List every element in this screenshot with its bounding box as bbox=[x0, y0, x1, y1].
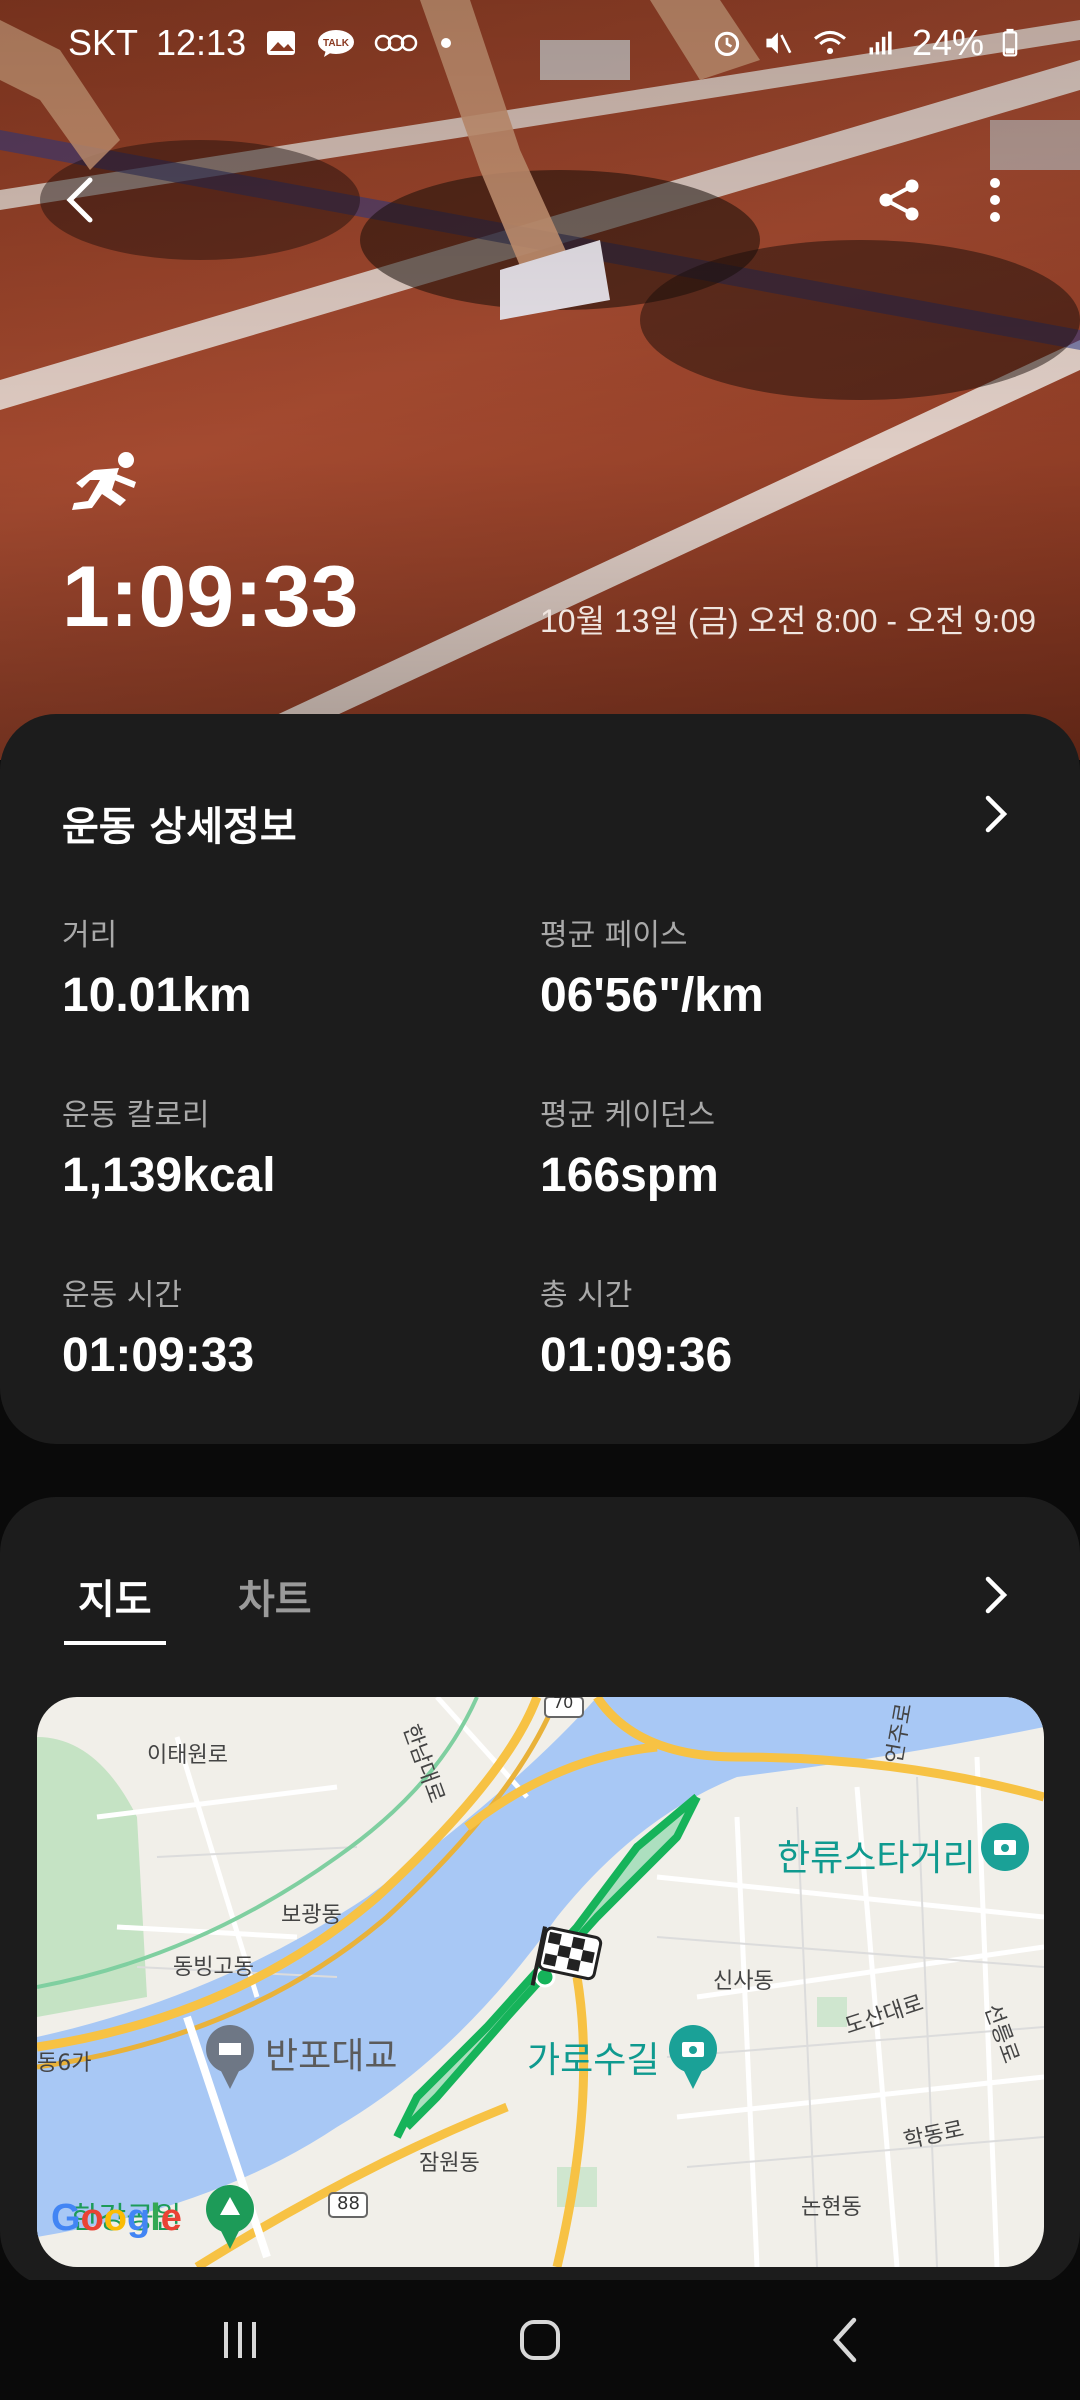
google-logo: Google bbox=[51, 2197, 182, 2239]
map-label-banpo-bridge: 반포대교 bbox=[265, 2036, 398, 2077]
metric-label: 평균 케이던스 bbox=[540, 1098, 716, 1133]
map-more-button[interactable] bbox=[976, 1575, 1016, 1615]
running-icon bbox=[72, 452, 136, 510]
kakaotalk-icon: TALK bbox=[318, 30, 355, 57]
metric-number: 01:09:36 bbox=[540, 1329, 733, 1382]
metric-value: 01:09:33 bbox=[62, 1328, 254, 1383]
metric-number: 10.01 bbox=[62, 969, 183, 1022]
chevron-right-icon bbox=[985, 795, 1008, 833]
more-vertical-icon bbox=[990, 178, 1000, 222]
metric-number: 166 bbox=[540, 1149, 621, 1202]
map-label-garosu-gil: 가로수길 bbox=[527, 2040, 660, 2081]
metric-total-time: 총 시간 01:09:36 bbox=[540, 1270, 732, 1383]
chevron-left-icon bbox=[66, 177, 93, 223]
metric-distance: 거리 10.01km bbox=[62, 910, 252, 1023]
metric-unit: km bbox=[182, 969, 252, 1022]
metric-number: 1,139 bbox=[62, 1149, 183, 1202]
exercise-details-title: 운동 상세정보 bbox=[62, 804, 297, 850]
dot-icon bbox=[441, 38, 452, 48]
system-navigation-bar bbox=[0, 2280, 1080, 2400]
status-bar: SKT 12:13 TALK 24% bbox=[0, 0, 1080, 88]
map-label-sinsa-dong: 신사동 bbox=[713, 1969, 774, 1994]
map-graphic bbox=[37, 1697, 1044, 2267]
recent-apps-icon bbox=[224, 2322, 256, 2358]
map-label-bogwang-dong: 보광동 bbox=[281, 1903, 342, 1928]
map-chart-card: 지도 차트 이태원로 한남대로 보광동 동빙고동 동6가 반포대교 잠원동 신사… bbox=[0, 1497, 1080, 2287]
signal-icon bbox=[869, 31, 892, 55]
metric-value: 1,139kcal bbox=[62, 1148, 276, 1203]
hero-banner: SKT 12:13 TALK 24% 1:09:33 10월 13일 (금) 오… bbox=[0, 0, 1080, 760]
back-icon bbox=[832, 2317, 857, 2363]
route-shield-88: 88 bbox=[337, 2193, 360, 2214]
back-button[interactable] bbox=[40, 160, 120, 240]
route-map[interactable]: 이태원로 한남대로 보광동 동빙고동 동6가 반포대교 잠원동 신사동 가로수길… bbox=[37, 1697, 1044, 2267]
metric-value: 10.01km bbox=[62, 968, 252, 1023]
metric-label: 평균 페이스 bbox=[540, 918, 688, 953]
share-icon bbox=[879, 179, 919, 221]
gallery-icon bbox=[267, 31, 296, 55]
route-shield-70: 70 bbox=[553, 1697, 574, 1712]
recent-apps-button[interactable] bbox=[200, 2310, 280, 2370]
map-label-dongbinggo-dong: 동빙고동 bbox=[173, 1955, 254, 1980]
map-label-hallyu-star-street: 한류스타거리 bbox=[777, 1838, 976, 1879]
metric-label: 거리 bbox=[62, 918, 118, 953]
share-button[interactable] bbox=[860, 160, 940, 240]
metric-value: 01:09:36 bbox=[540, 1328, 732, 1383]
mute-icon bbox=[766, 32, 792, 54]
metric-unit: spm bbox=[620, 1149, 719, 1202]
map-label-nonhyeon-dong: 논현동 bbox=[801, 2195, 862, 2220]
battery-icon bbox=[1002, 28, 1018, 57]
metric-average-cadence: 평균 케이던스 166spm bbox=[540, 1090, 719, 1203]
metric-workout-time: 운동 시간 01:09:33 bbox=[62, 1270, 254, 1383]
map-label-itaewon-ro: 이태원로 bbox=[147, 1743, 228, 1768]
tab-chart[interactable]: 차트 bbox=[238, 1567, 312, 1625]
metric-value: 06'56"/km bbox=[540, 968, 764, 1023]
exercise-details-more-button[interactable] bbox=[976, 794, 1016, 834]
metric-number: 01:09:33 bbox=[62, 1329, 255, 1382]
metric-label: 운동 칼로리 bbox=[62, 1098, 210, 1133]
metric-unit: kcal bbox=[182, 1149, 276, 1202]
metric-label: 운동 시간 bbox=[62, 1278, 182, 1313]
more-options-button[interactable] bbox=[955, 160, 1035, 240]
exercise-details-card: 운동 상세정보 거리 10.01km 평균 페이스 06'56"/km 운동 칼… bbox=[0, 714, 1080, 1444]
alarm-icon bbox=[714, 31, 740, 57]
home-button[interactable] bbox=[500, 2310, 580, 2370]
home-icon bbox=[520, 2320, 560, 2360]
metric-calories: 운동 칼로리 1,139kcal bbox=[62, 1090, 276, 1203]
tab-map[interactable]: 지도 bbox=[64, 1567, 166, 1645]
wifi-icon bbox=[813, 30, 846, 55]
workout-date-range: 10월 13일 (금) 오전 8:00 - 오전 9:09 bbox=[540, 603, 1037, 639]
workout-duration: 1:09:33 bbox=[62, 549, 359, 645]
map-label-jamwon-dong: 잠원동 bbox=[419, 2151, 480, 2176]
metric-label: 총 시간 bbox=[540, 1278, 633, 1313]
map-label-dong6ga: 동6가 bbox=[37, 2051, 92, 2076]
metric-average-pace: 평균 페이스 06'56"/km bbox=[540, 910, 764, 1023]
battery-percent: 24% bbox=[911, 22, 984, 63]
svg-text:TALK: TALK bbox=[323, 38, 350, 49]
chevron-right-icon bbox=[985, 1576, 1008, 1614]
ooo-icon bbox=[374, 34, 418, 52]
metric-value: 166spm bbox=[540, 1148, 719, 1203]
clock: 12:13 bbox=[156, 22, 247, 63]
metric-number: 06'56"/km bbox=[540, 969, 764, 1022]
carrier-label: SKT bbox=[68, 22, 139, 63]
system-back-button[interactable] bbox=[806, 2310, 886, 2370]
